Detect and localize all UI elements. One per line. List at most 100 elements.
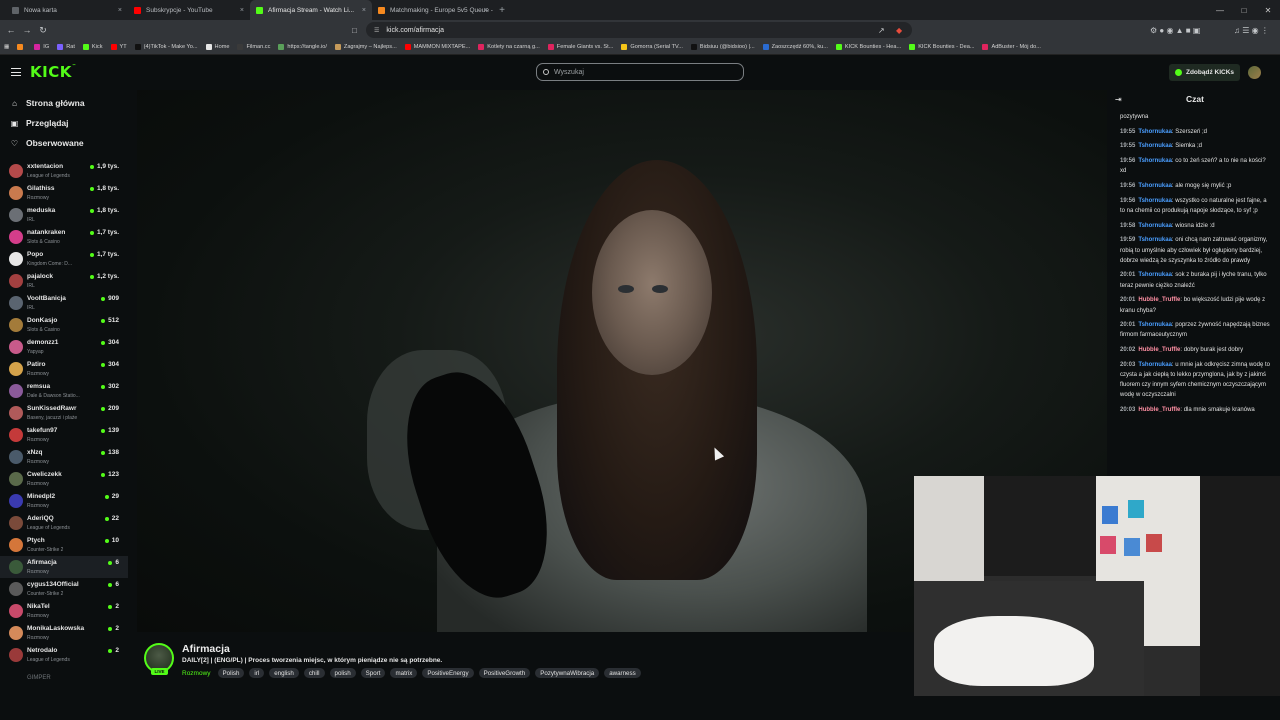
chat-username[interactable]: Tshornukaa (1138, 158, 1172, 164)
pip-video-overlay[interactable] (914, 476, 1280, 696)
sidebar-channel-item[interactable]: AderiQQ League of Legends 22 (0, 512, 128, 534)
sidebar-channel-item[interactable]: natankraken Slots & Casino 1,7 tys. (0, 226, 128, 248)
maximize-icon[interactable]: □ (1232, 0, 1256, 20)
bookmark-item[interactable]: https://tangle.io/ (278, 44, 327, 50)
sidebar-channel-item[interactable]: VooltBanicja IRL 909 (0, 292, 128, 314)
forward-icon[interactable]: → (19, 25, 35, 35)
bookmark-item[interactable]: (4)TikTok - Make Yo... (134, 44, 198, 50)
sidebar-channel-item[interactable]: Ptych Counter-Strike 2 10 (0, 534, 128, 556)
stream-tag[interactable]: Polish (217, 668, 245, 678)
sidebar-channel-item[interactable]: DonKasjo Slots & Casino 512 (0, 314, 128, 336)
sidebar-channel-item[interactable]: remsua Dale & Dawson Statio... 302 (0, 380, 128, 402)
apps-icon[interactable]: ▦ (4, 44, 9, 50)
sidebar-channel-item[interactable]: Minedpl2 Rozmowy 29 (0, 490, 128, 512)
nav-browse[interactable]: ▣ Przeglądaj (10, 118, 69, 128)
stream-tag[interactable]: irl (249, 668, 265, 678)
sidebar-channel-item[interactable]: demonzz1 Yapyap 304 (0, 336, 128, 358)
stream-tag[interactable]: PositiveGrowth (478, 668, 531, 678)
chat-username[interactable]: Tshornukaa (1138, 143, 1172, 149)
chat-username[interactable]: Tshornukaa (1138, 129, 1172, 135)
menu-icons[interactable]: ♫ ☰ ◉ ⋮ (1234, 20, 1269, 40)
sidebar-channel-item[interactable]: SunKissedRawr Baseny, jacuzzi i plaże 209 (0, 402, 128, 424)
menu-icon[interactable] (11, 68, 21, 76)
stream-tag[interactable]: chill (303, 668, 325, 678)
bookmark-item[interactable]: Bidsiuu (@bidsioo) |... (690, 44, 755, 50)
collapse-chat-icon[interactable]: ⇥ (1115, 95, 1122, 104)
chat-username[interactable]: Tshornukaa (1138, 362, 1172, 368)
bookmark-page-icon[interactable]: □ (352, 20, 357, 40)
bookmark-item[interactable]: YT (110, 44, 127, 50)
stream-tag[interactable]: awarness (604, 668, 641, 678)
site-info-icon[interactable]: ☰ (374, 27, 379, 34)
kick-logo[interactable]: KICK™ (30, 63, 76, 81)
reload-icon[interactable]: ↻ (35, 25, 51, 36)
stream-tag[interactable]: english (269, 668, 299, 678)
sidebar-channel-item[interactable]: takefun97 Rozmowy 139 (0, 424, 128, 446)
chat-username[interactable]: Tshornukaa (1138, 183, 1172, 189)
bookmark-item[interactable]: Zagrajmy – Najleps... (334, 44, 397, 50)
minimize-icon[interactable]: — (1208, 0, 1232, 20)
chat-username[interactable]: Tshornukaa (1138, 237, 1172, 243)
stream-tag[interactable]: polish (329, 668, 356, 678)
streamer-name[interactable]: Afirmacja (182, 643, 230, 655)
sidebar-channel-item[interactable]: MonikaLaskowska Rozmowy 2 (0, 622, 128, 644)
bookmark-item[interactable]: MAMMON MIXTAPE... (404, 44, 470, 50)
bookmark-item[interactable]: Filman.cc (237, 44, 270, 50)
chat-username[interactable]: Hubble_Truffle (1138, 297, 1180, 303)
sidebar-channel-item[interactable]: Cweliczekk Rozmowy 123 (0, 468, 128, 490)
close-tab-icon[interactable]: × (240, 7, 244, 14)
sidebar-channel-item[interactable]: xxtentacion League of Legends 1,9 tys. (0, 160, 128, 182)
sidebar-channel-item[interactable]: NikaTel Rozmowy 2 (0, 600, 128, 622)
user-avatar[interactable] (1248, 66, 1261, 79)
bookmark-item[interactable]: IG (34, 44, 49, 50)
chat-username[interactable]: Hubble_Truffle (1138, 347, 1180, 353)
bookmark-item[interactable]: Gomorra (Serial TV... (621, 44, 683, 50)
browser-tab[interactable]: Matchmaking - Europe 5v5 Queue - × (372, 0, 494, 20)
search-input[interactable]: Wyszukaj (536, 63, 744, 81)
sidebar-more-channel[interactable]: GIMPER (27, 675, 51, 681)
stream-category[interactable]: Rozmowy (182, 670, 211, 677)
sidebar-channel-item[interactable]: Afirmacja Rozmowy 6 (0, 556, 128, 578)
bookmark-item[interactable]: Kotlety na czarną g... (478, 44, 540, 50)
new-tab-button[interactable]: + (494, 5, 510, 16)
browser-tab[interactable]: Subskrypcje - YouTube × (128, 0, 250, 20)
sidebar-channel-item[interactable]: meduska IRL 1,8 tys. (0, 204, 128, 226)
sidebar-channel-item[interactable]: cygus134Official Counter-Strike 2 6 (0, 578, 128, 600)
browser-tab[interactable]: Nowa karta × (6, 0, 128, 20)
sidebar-channel-item[interactable]: xNzq Rozmowy 138 (0, 446, 128, 468)
sidebar-channel-item[interactable]: Netrodalo League of Legends 2 (0, 644, 128, 666)
bookmark-item[interactable]: Home (205, 44, 229, 50)
brave-shield-icon[interactable]: ◆ (896, 20, 902, 40)
extensions-icon[interactable]: ⚙ ● ◉ ▲ ■ ▣ (1150, 20, 1200, 40)
chat-username[interactable]: Tshornukaa (1138, 322, 1172, 328)
bookmark-item[interactable]: Kick (82, 44, 103, 50)
share-icon[interactable]: ↗ (878, 20, 885, 40)
sidebar-channel-item[interactable]: pajalock IRL 1,2 tys. (0, 270, 128, 292)
address-bar[interactable]: ☰ kick.com/afirmacja (366, 22, 912, 38)
chat-username[interactable]: Tshornukaa (1138, 272, 1172, 278)
stream-tag[interactable]: PositiveEnergy (422, 668, 474, 678)
browser-tab[interactable]: Afirmacja Stream - Watch Li... × (250, 0, 372, 20)
sidebar-channel-item[interactable]: Popo Kingdom Come: D... 1,7 tys. (0, 248, 128, 270)
get-kicks-button[interactable]: Zdobądź KICKs (1169, 64, 1240, 81)
bookmark-item[interactable]: Rat (57, 44, 75, 50)
close-window-icon[interactable]: ✕ (1256, 0, 1280, 20)
bookmark-item[interactable]: KICK Bounties - Dea... (909, 44, 974, 50)
close-tab-icon[interactable]: × (362, 7, 366, 14)
close-tab-icon[interactable]: × (118, 7, 122, 14)
chat-username[interactable]: Tshornukaa (1138, 198, 1172, 204)
stream-tag[interactable]: Sport (360, 668, 386, 678)
bookmark-item[interactable]: AdBuster - Mój do... (982, 44, 1041, 50)
nav-home[interactable]: ⌂ Strona główna (10, 98, 84, 108)
chat-username[interactable]: Tshornukaa (1138, 223, 1172, 229)
bookmark-item[interactable] (17, 44, 26, 50)
chat-username[interactable]: Hubble_Truffle (1138, 407, 1180, 413)
sidebar-channel-item[interactable]: Patiro Rozmowy 304 (0, 358, 128, 380)
bookmark-item[interactable]: Female Giants vs. St... (547, 44, 613, 50)
sidebar-channel-item[interactable]: Gilathiss Rozmowy 1,8 tys. (0, 182, 128, 204)
back-icon[interactable]: ← (3, 25, 19, 35)
nav-following[interactable]: ♡ Obserwowane (10, 138, 84, 148)
close-tab-icon[interactable]: × (484, 7, 488, 14)
stream-tag[interactable]: matrix (390, 668, 418, 678)
bookmark-item[interactable]: KICK Bounties - Hea... (835, 44, 901, 50)
